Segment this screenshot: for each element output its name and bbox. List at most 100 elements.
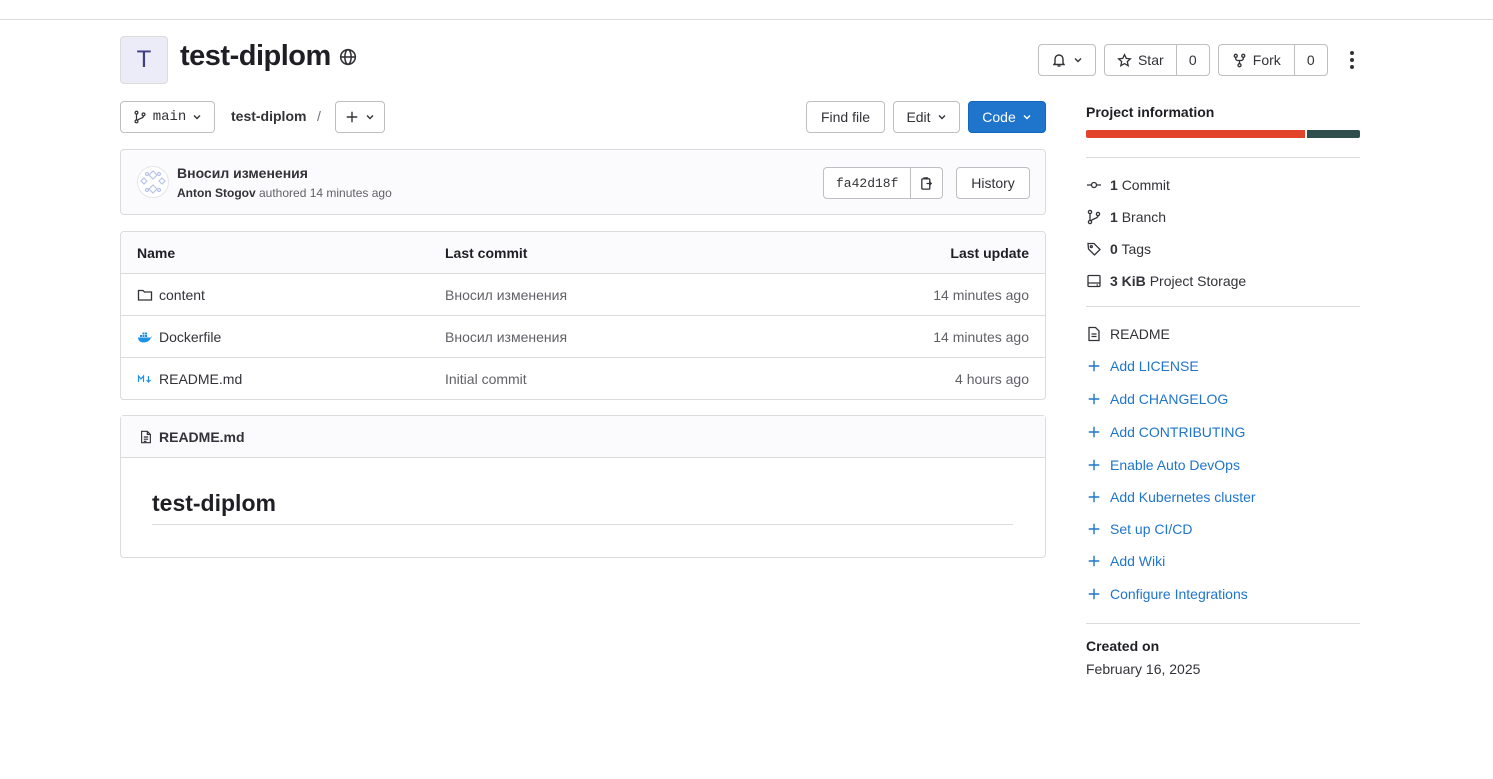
commit-author[interactable]: Anton Stogov	[177, 186, 256, 200]
plus-icon	[1086, 424, 1102, 440]
star-count[interactable]: 0	[1175, 45, 1209, 75]
plus-icon	[1086, 489, 1102, 505]
commit-authored-text: authored 14 minutes ago	[259, 186, 392, 200]
top-divider	[0, 19, 1493, 20]
stat-commits[interactable]: 1 Commit	[1086, 177, 1170, 193]
commit-title[interactable]: Вносил изменения	[177, 165, 308, 181]
star-button-group: Star 0	[1104, 44, 1210, 76]
table-row[interactable]: content Вносил изменения 14 minutes ago	[121, 273, 1045, 315]
bell-icon	[1052, 54, 1066, 67]
storage-icon	[1087, 274, 1101, 288]
plus-icon	[1086, 457, 1102, 473]
readme-heading: test-diplom	[152, 490, 276, 516]
add-to-tree-button[interactable]	[335, 101, 385, 133]
file-last-commit[interactable]: Вносил изменения	[445, 329, 567, 345]
branch-icon	[134, 110, 146, 124]
language-segment[interactable]	[1086, 130, 1306, 138]
plus-icon	[1086, 521, 1102, 537]
branch-icon	[1087, 209, 1101, 225]
plus-icon	[1086, 391, 1102, 407]
project-avatar[interactable]: T	[120, 36, 168, 84]
file-last-update: 14 minutes ago	[933, 286, 1029, 303]
column-header-last-commit: Last commit	[445, 244, 528, 261]
readme-filename[interactable]: README.md	[159, 429, 245, 445]
plus-icon	[1086, 553, 1102, 569]
docker-icon	[138, 332, 152, 342]
created-on-label: Created on	[1086, 638, 1160, 654]
globe-icon	[339, 48, 356, 65]
folder-icon	[137, 289, 153, 301]
file-name[interactable]: README.md	[159, 371, 242, 387]
table-row[interactable]: Dockerfile Вносил изменения 14 minutes a…	[121, 315, 1045, 357]
identicon	[140, 170, 166, 194]
file-last-update: 4 hours ago	[955, 370, 1029, 387]
author-avatar[interactable]	[137, 166, 169, 198]
file-icon	[141, 430, 151, 443]
stat-storage[interactable]: 3 KiB Project Storage	[1086, 273, 1246, 289]
history-button[interactable]: History	[956, 167, 1030, 199]
branch-selector[interactable]: main	[120, 101, 215, 133]
table-row[interactable]: README.md Initial commit 4 hours ago	[121, 357, 1045, 399]
commit-meta: Anton Stogov authored 14 minutes ago	[177, 186, 392, 200]
file-name[interactable]: content	[159, 287, 205, 303]
add-changelog-link[interactable]: Add CHANGELOG	[1086, 391, 1228, 407]
file-name[interactable]: Dockerfile	[159, 329, 221, 345]
add-contributing-link[interactable]: Add CONTRIBUTING	[1086, 424, 1245, 440]
table-header-row: Name Last commit Last update	[121, 232, 1045, 273]
edit-button[interactable]: Edit	[893, 101, 960, 133]
chevron-down-icon	[366, 115, 374, 120]
copy-icon	[921, 176, 933, 190]
copy-sha-button[interactable]	[910, 168, 942, 198]
project-name: test-diplom	[180, 40, 331, 72]
column-header-last-update: Last update	[950, 244, 1029, 261]
star-button[interactable]: Star	[1105, 45, 1176, 75]
commit-sha[interactable]: fa42d18f	[824, 168, 910, 198]
configure-integrations-link[interactable]: Configure Integrations	[1086, 586, 1248, 602]
add-wiki-link[interactable]: Add Wiki	[1086, 553, 1165, 569]
add-kubernetes-cluster-link[interactable]: Add Kubernetes cluster	[1086, 489, 1256, 505]
fork-button[interactable]: Fork	[1219, 45, 1294, 75]
commit-icon	[1087, 181, 1101, 189]
tag-icon	[1087, 242, 1101, 256]
chevron-down-icon	[193, 115, 201, 120]
plus-icon	[346, 111, 358, 123]
column-header-name: Name	[137, 244, 176, 261]
readme-divider	[152, 524, 1013, 525]
sidebar-divider	[1086, 623, 1360, 624]
chevron-down-icon	[1074, 58, 1082, 63]
breadcrumb-separator: /	[317, 108, 321, 124]
plus-icon	[1086, 586, 1102, 602]
find-file-button[interactable]: Find file	[806, 101, 885, 133]
file-last-update: 14 minutes ago	[933, 328, 1029, 345]
fork-icon	[1233, 53, 1246, 67]
last-commit-panel: Вносил изменения Anton Stogov authored 1…	[120, 149, 1046, 215]
markdown-icon	[137, 373, 151, 383]
readme-link[interactable]: README	[1086, 326, 1170, 342]
sidebar-divider	[1086, 306, 1360, 307]
enable-auto-devops-link[interactable]: Enable Auto DevOps	[1086, 457, 1240, 473]
stat-tags[interactable]: 0 Tags	[1086, 241, 1151, 257]
fork-button-group: Fork 0	[1218, 44, 1328, 76]
project-info-sidebar: Project information	[1086, 104, 1360, 138]
fork-count[interactable]: 0	[1293, 45, 1327, 75]
language-segment[interactable]	[1307, 130, 1360, 138]
stat-branches[interactable]: 1 Branch	[1086, 209, 1166, 225]
code-button[interactable]: Code	[968, 101, 1046, 133]
file-tree-table: Name Last commit Last update content Вно…	[120, 231, 1046, 400]
add-license-link[interactable]: Add LICENSE	[1086, 358, 1199, 374]
more-actions-icon[interactable]	[1343, 46, 1361, 74]
file-last-commit[interactable]: Initial commit	[445, 371, 527, 387]
sidebar-divider	[1086, 157, 1360, 158]
file-icon	[1088, 326, 1100, 342]
breadcrumb-project[interactable]: test-diplom	[231, 108, 306, 124]
notifications-button[interactable]	[1038, 44, 1096, 76]
setup-cicd-link[interactable]: Set up CI/CD	[1086, 521, 1192, 537]
chevron-down-icon	[1023, 115, 1031, 120]
readme-panel: README.md test-diplom	[120, 415, 1046, 558]
star-icon	[1117, 52, 1132, 67]
chevron-down-icon	[938, 115, 946, 120]
language-bar[interactable]	[1086, 130, 1360, 138]
project-title: test-diplom	[180, 40, 357, 73]
commit-sha-group: fa42d18f	[823, 167, 944, 199]
file-last-commit[interactable]: Вносил изменения	[445, 287, 567, 303]
